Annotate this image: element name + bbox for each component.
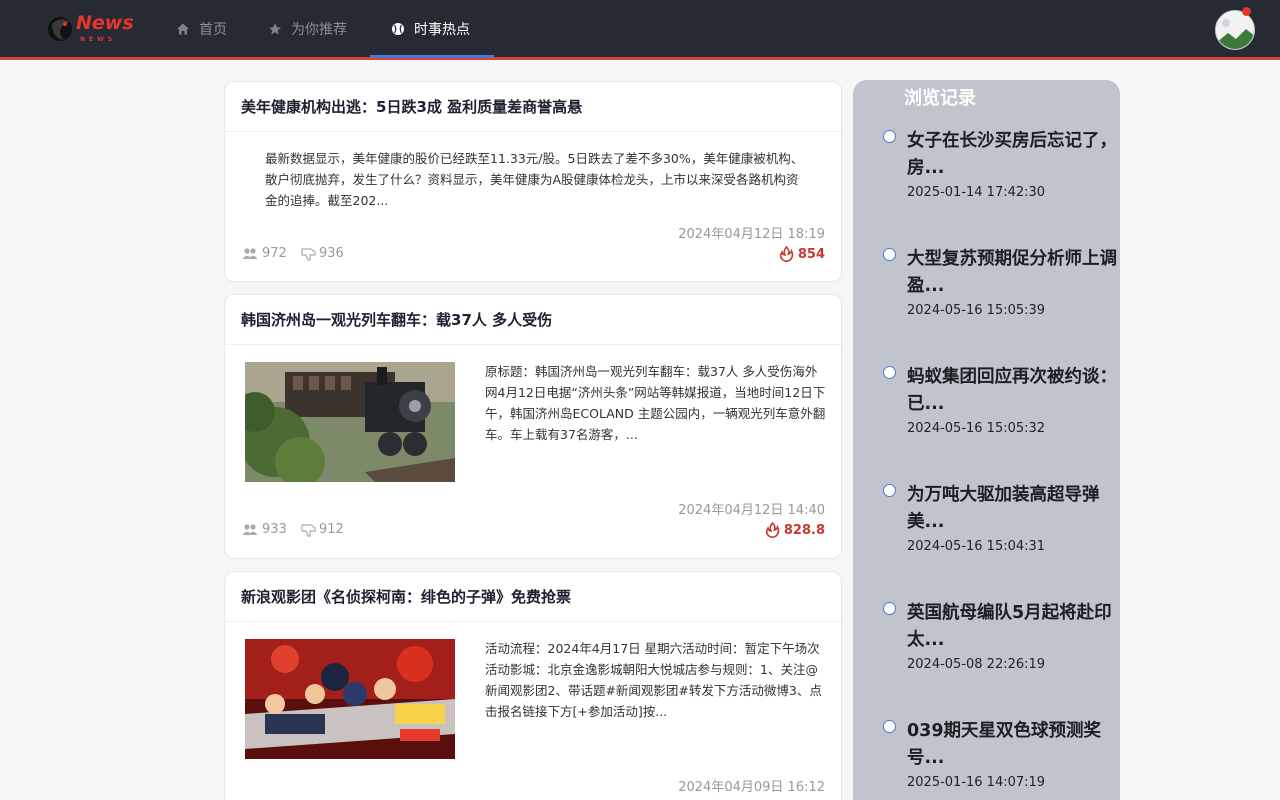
hot-score: 854 <box>778 246 825 263</box>
notification-badge <box>1242 7 1251 16</box>
news-title[interactable]: 新浪观影团《名侦探柯南：绯色的子弹》免费抢票 <box>225 572 841 622</box>
news-summary: 最新数据显示，美年健康的股价已经跌至11.33元/股。5日跌去了差不多30%，美… <box>265 151 804 208</box>
news-summary: 原标题：韩国济州岛一观光列车翻车：载37人 多人受伤海外网4月12日电据“济州头… <box>485 364 826 442</box>
history-item-title[interactable]: 为万吨大驱加装高超导弹美... <box>907 482 1119 536</box>
history-item-title[interactable]: 女子在长沙买房后忘记了，房... <box>907 128 1119 182</box>
history-item-time: 2025-01-14 17:42:30 <box>907 185 1046 200</box>
dislike-count[interactable]: 912 <box>301 522 344 537</box>
hot-score: 828.8 <box>764 522 825 539</box>
history-item-title[interactable]: 蚂蚁集团回应再次被约谈：已... <box>907 364 1119 418</box>
nav-item-home[interactable]: 首页 <box>176 0 227 57</box>
history-item-time: 2024-05-16 15:04:31 <box>907 539 1046 554</box>
news-card[interactable]: 美年健康机构出逃：5日跌3成 盈利质量差商誉高悬 最新数据显示，美年健康的股价已… <box>224 81 842 282</box>
thumbs-down-icon <box>301 523 316 537</box>
brand-subtitle: NEWS <box>80 36 117 43</box>
history-bullet-icon <box>883 602 896 615</box>
history-bullet-icon <box>883 484 896 497</box>
news-title[interactable]: 美年健康机构出逃：5日跌3成 盈利质量差商誉高悬 <box>225 82 841 132</box>
history-bullet-icon <box>883 130 896 143</box>
history-item-title[interactable]: 039期天星双色球预测奖号... <box>907 718 1119 772</box>
fire-icon <box>765 522 780 539</box>
logo-mark-icon <box>48 17 72 41</box>
users-icon <box>242 247 258 259</box>
nav-item-hot-topics[interactable]: 时事热点 <box>391 0 470 57</box>
star-icon <box>269 22 281 35</box>
brand-name: News <box>76 12 134 34</box>
news-date: 2024年04月12日 18:19 <box>678 227 825 242</box>
brand-logo[interactable]: News NEWS <box>46 12 136 46</box>
news-date: 2024年04月09日 16:12 <box>678 780 825 795</box>
history-bullet-icon <box>883 248 896 261</box>
nav-item-label: 时事热点 <box>414 21 470 38</box>
history-title: 浏览记录 <box>904 88 976 109</box>
history-item-time: 2024-05-16 15:05:39 <box>907 303 1046 318</box>
active-tab-indicator <box>370 55 494 58</box>
browsing-history-panel: 浏览记录 女子在长沙买房后忘记了，房... 2025-01-14 17:42:3… <box>853 80 1120 800</box>
top-navbar: News NEWS 首页 为你推荐 时事热点 <box>0 0 1280 57</box>
history-item-time: 2024-05-16 15:05:32 <box>907 421 1046 436</box>
view-count: 972 <box>242 246 287 261</box>
history-bullet-icon <box>883 366 896 379</box>
history-bullet-icon <box>883 720 896 733</box>
news-title[interactable]: 韩国济州岛一观光列车翻车：载37人 多人受伤 <box>225 295 841 345</box>
avatar-image-icon <box>1216 11 1254 49</box>
news-card[interactable]: 新浪观影团《名侦探柯南：绯色的子弹》免费抢票 活动流程：2024年4月17日 星… <box>224 571 842 800</box>
history-item-title[interactable]: 大型复苏预期促分析师上调盈... <box>907 246 1119 300</box>
history-item-time: 2025-01-16 14:07:19 <box>907 775 1046 790</box>
news-thumbnail[interactable] <box>245 639 455 759</box>
users-icon <box>242 523 258 535</box>
view-count: 933 <box>242 522 287 537</box>
history-item-title[interactable]: 英国航母编队5月起将赴印太... <box>907 600 1119 654</box>
home-icon <box>177 23 189 34</box>
baseball-icon <box>392 22 404 35</box>
dislike-count[interactable]: 936 <box>301 246 344 261</box>
news-thumbnail[interactable] <box>245 362 455 482</box>
fire-icon <box>779 246 794 263</box>
history-item-time: 2024-05-08 22:26:19 <box>907 657 1046 672</box>
news-card[interactable]: 韩国济州岛一观光列车翻车：载37人 多人受伤 原标题：韩国济州岛一观光列车翻车：… <box>224 294 842 559</box>
train-photo-icon <box>245 362 455 482</box>
thumbs-down-icon <box>301 247 316 261</box>
news-date: 2024年04月12日 14:40 <box>678 503 825 518</box>
movie-poster-icon <box>245 639 455 759</box>
nav-item-label: 为你推荐 <box>291 21 347 38</box>
nav-item-label: 首页 <box>199 21 227 38</box>
user-avatar[interactable] <box>1215 10 1255 50</box>
navbar-accent-line <box>0 57 1280 60</box>
nav-item-recommend[interactable]: 为你推荐 <box>268 0 347 57</box>
news-summary: 活动流程：2024年4月17日 星期六活动时间：暂定下午场次活动影城：北京金逸影… <box>485 641 822 719</box>
